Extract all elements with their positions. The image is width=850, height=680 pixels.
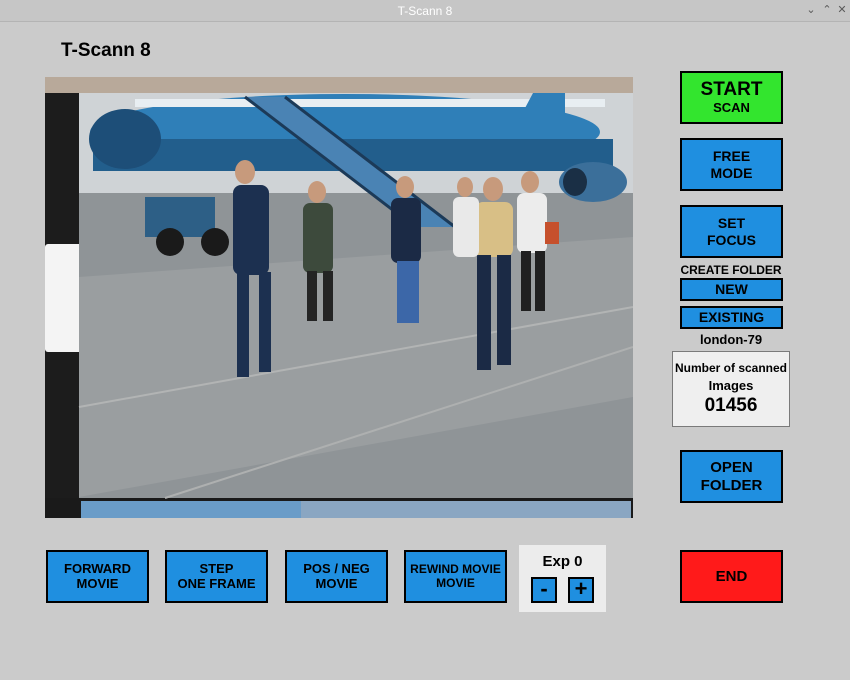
app-title: T-Scann 8 [61, 40, 151, 61]
set-focus-label-1: SET [717, 215, 746, 232]
window-title: T-Scann 8 [397, 4, 453, 18]
free-mode-label-1: FREE [712, 148, 751, 165]
forward-label-1: FORWARD [64, 560, 131, 576]
set-focus-label-2: FOCUS [707, 231, 756, 248]
counter-label-2: Images [708, 378, 754, 393]
step-one-frame-button[interactable]: STEP ONE FRAME [165, 550, 268, 603]
film-preview-image [45, 77, 633, 518]
free-mode-label-2: MODE [710, 164, 753, 181]
start-scan-button[interactable]: START SCAN [680, 71, 783, 124]
step-label-2: ONE FRAME [177, 575, 256, 591]
posneg-label-2: MOVIE [315, 575, 358, 591]
existing-folder-button[interactable]: EXISTING [680, 306, 783, 329]
exposure-decrease-button[interactable]: - [531, 577, 557, 603]
end-button[interactable]: END [680, 550, 783, 603]
new-folder-button[interactable]: NEW [680, 278, 783, 301]
exposure-label: Exp 0 [542, 553, 583, 570]
window-titlebar: T-Scann 8 ⌄ ⌃ ✕ [0, 0, 850, 22]
scanned-images-counter: Number of scanned Images 01456 [672, 351, 790, 427]
start-scan-label: START [700, 79, 763, 101]
rewind-movie-button[interactable]: REWIND MOVIE MOVIE [404, 550, 507, 603]
close-icon[interactable]: ✕ [836, 4, 848, 16]
minimize-icon[interactable]: ⌄ [805, 4, 817, 16]
exposure-increase-button[interactable]: + [568, 577, 594, 603]
current-folder-name: london-79 [699, 332, 763, 347]
counter-label-1: Number of scanned [674, 361, 788, 375]
posneg-label-1: POS / NEG [303, 560, 370, 576]
free-mode-button[interactable]: FREE MODE [680, 138, 783, 191]
end-label: END [715, 567, 748, 585]
open-folder-button[interactable]: OPEN FOLDER [680, 450, 783, 503]
create-folder-label: CREATE FOLDER [680, 263, 782, 277]
exposure-control: Exp 0 - + [519, 545, 606, 612]
start-scan-sublabel: SCAN [713, 99, 750, 115]
existing-folder-label: EXISTING [698, 309, 765, 326]
counter-value: 01456 [704, 395, 758, 416]
new-folder-label: NEW [715, 281, 748, 298]
forward-movie-button[interactable]: FORWARD MOVIE [46, 550, 149, 603]
set-focus-button[interactable]: SET FOCUS [680, 205, 783, 258]
rewind-label-1: REWIND MOVIE [410, 561, 501, 576]
rewind-label-2: MOVIE [436, 575, 475, 590]
open-folder-label-2: FOLDER [700, 476, 763, 494]
maximize-icon[interactable]: ⌃ [821, 4, 833, 16]
step-label-1: STEP [199, 560, 234, 576]
forward-label-2: MOVIE [76, 575, 119, 591]
open-folder-label-1: OPEN [710, 459, 753, 477]
pos-neg-movie-button[interactable]: POS / NEG MOVIE [285, 550, 388, 603]
